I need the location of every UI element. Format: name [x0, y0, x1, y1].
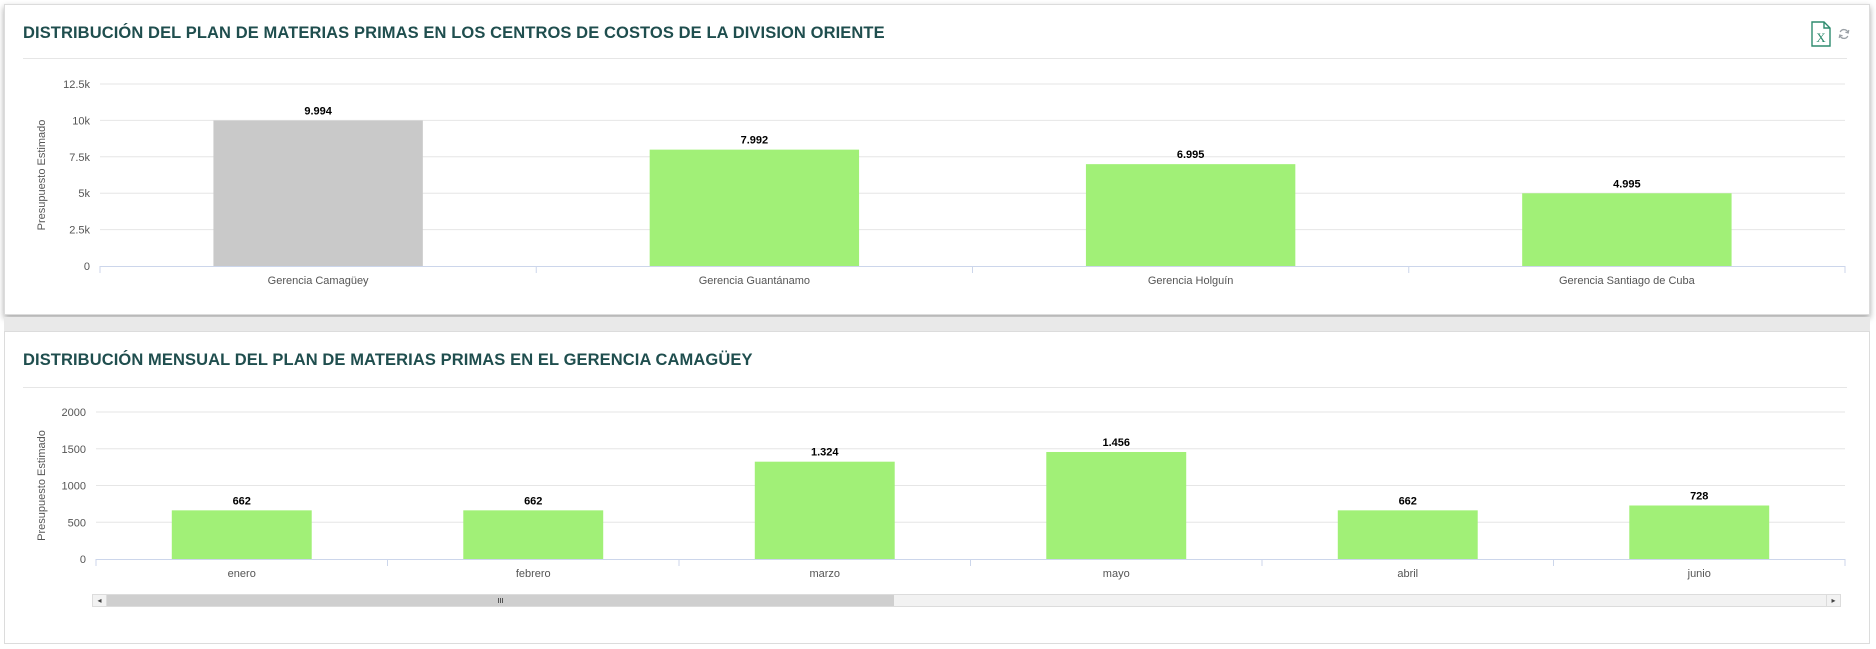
x-tick-label: enero — [228, 568, 256, 580]
x-tick-label: junio — [1687, 568, 1711, 580]
data-label: 1.324 — [811, 447, 839, 459]
y-tick-label: 2000 — [62, 407, 86, 419]
x-tick-label: mayo — [1103, 568, 1130, 580]
data-label: 662 — [524, 495, 542, 507]
chart-horizontal-scrollbar[interactable]: ◂ ▸ — [92, 594, 1841, 607]
grip-icon — [498, 598, 503, 603]
bar — [1337, 510, 1478, 559]
arrow-left-icon: ◂ — [97, 596, 102, 605]
bar — [1046, 451, 1187, 559]
x-tick-label: marzo — [809, 568, 840, 580]
bar — [171, 510, 312, 559]
y-tick-label: 500 — [68, 517, 86, 529]
scrollbar-thumb[interactable] — [107, 595, 894, 606]
data-label: 662 — [233, 495, 251, 507]
bar — [1629, 505, 1770, 559]
x-tick-label: febrero — [516, 568, 551, 580]
y-axis-title: Presupuesto Estimado — [36, 430, 48, 541]
x-tick-label: abril — [1397, 568, 1418, 580]
y-tick-label: 1500 — [62, 444, 86, 456]
y-tick-label: 1000 — [62, 481, 86, 493]
data-label: 1.456 — [1102, 437, 1130, 449]
bar — [754, 461, 895, 559]
data-label: 728 — [1690, 490, 1708, 502]
scroll-right-button[interactable]: ▸ — [1826, 595, 1840, 606]
bar — [463, 510, 604, 559]
bar-chart-mensual: 0 500 1000 1500 2000 Presupuesto Estimado 662 e… — [36, 407, 1846, 580]
scroll-left-button[interactable]: ◂ — [93, 595, 107, 606]
arrow-right-icon: ▸ — [1831, 596, 1836, 605]
y-tick-label: 0 — [80, 554, 86, 566]
data-label: 662 — [1399, 495, 1417, 507]
